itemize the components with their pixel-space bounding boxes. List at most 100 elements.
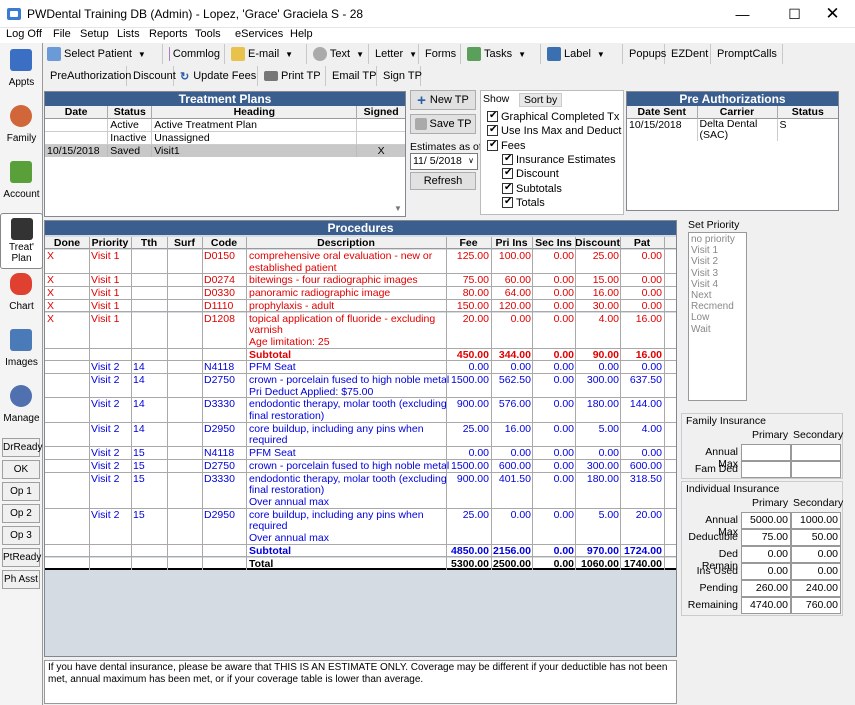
table-row[interactable]: X Visit 1 D1208 topical application of fluo…: [45, 312, 676, 349]
list-item[interactable]: Visit 1: [691, 245, 744, 256]
menu-reports[interactable]: Reports: [149, 28, 188, 40]
ezdent-button[interactable]: EZDent: [667, 44, 711, 64]
forms-button[interactable]: Forms: [421, 44, 461, 64]
checkbox-icon[interactable]: [487, 110, 498, 122]
menu-help[interactable]: Help: [290, 28, 313, 40]
show-option-checkbox[interactable]: Graphical Completed Tx: [487, 110, 619, 123]
pt-ready-button[interactable]: PtReady: [2, 548, 41, 567]
priority-list[interactable]: no priority Visit 1 Visit 2 Visit 3 Visi…: [688, 232, 747, 401]
chevron-down-icon[interactable]: ▼: [409, 50, 417, 59]
discount-button[interactable]: Discount: [129, 66, 176, 86]
images-icon: [10, 329, 32, 351]
menu-lists[interactable]: Lists: [117, 28, 140, 40]
show-option-checkbox[interactable]: Subtotals: [502, 182, 562, 195]
tasks-button[interactable]: Tasks ▼: [463, 44, 541, 64]
menu-setup[interactable]: Setup: [80, 28, 109, 40]
letter-button[interactable]: Letter ▼: [371, 44, 419, 64]
checkbox-icon[interactable]: [487, 124, 498, 136]
close-icon[interactable]: ✕: [810, 0, 855, 28]
commlog-button[interactable]: Commlog: [165, 44, 225, 64]
module-treatment-plan[interactable]: Treat' Plan: [0, 213, 43, 269]
table-row[interactable]: 10/15/2018 Delta Dental (SAC) S: [627, 118, 838, 141]
checkbox-icon[interactable]: [502, 182, 513, 194]
show-option-checkbox[interactable]: Discount: [502, 167, 559, 180]
chevron-down-icon[interactable]: ▼: [138, 50, 146, 59]
refresh-button[interactable]: Refresh: [410, 172, 476, 190]
op3-button[interactable]: Op 3: [2, 526, 40, 545]
table-row[interactable]: Visit 2 14 D3330 endodontic therapy, molar …: [45, 398, 676, 423]
minimize-icon[interactable]: —: [720, 0, 765, 28]
tab-sort-by[interactable]: Sort by: [519, 93, 563, 107]
table-row[interactable]: Visit 2 15 N4118 PFM Seat 0.00 0.00 0.00 0.00 0.…: [45, 447, 676, 460]
chevron-down-icon[interactable]: ▼: [518, 50, 526, 59]
show-option-checkbox[interactable]: Fees: [487, 139, 525, 152]
list-item[interactable]: Visit 4: [691, 279, 744, 290]
module-manage[interactable]: Manage: [0, 381, 43, 437]
total-row[interactable]: Total 5300.00 2500.00 0.00 1060.00 1740.00: [45, 557, 676, 571]
show-option-checkbox[interactable]: Insurance Estimates: [502, 153, 616, 166]
module-account[interactable]: Account: [0, 157, 43, 213]
estimates-date-picker[interactable]: 11/ 5/2018 ∨: [410, 153, 478, 170]
chevron-down-icon[interactable]: ▼: [356, 50, 364, 59]
module-appts[interactable]: Appts: [0, 45, 43, 101]
preauthorization-button[interactable]: PreAuthorization: [46, 66, 131, 86]
text-button[interactable]: Text ▼: [309, 44, 369, 64]
module-images[interactable]: Images: [0, 325, 43, 381]
chevron-down-icon[interactable]: ▼: [285, 50, 293, 59]
list-item[interactable]: Next: [691, 290, 744, 301]
table-row[interactable]: X Visit 1 D0150 comprehensive oral evaluati…: [45, 250, 676, 275]
table-row[interactable]: X Visit 1 D0274 bitewings - four radiograph…: [45, 274, 676, 288]
ok-button[interactable]: OK: [2, 460, 40, 479]
show-option-checkbox[interactable]: Use Ins Max and Deduct: [487, 124, 621, 137]
table-row[interactable]: Visit 2 14 D2950 core buildup, including an…: [45, 422, 676, 448]
chevron-down-icon[interactable]: ▼: [597, 50, 605, 59]
update-fees-button[interactable]: ↻ Update Fees: [176, 66, 258, 86]
tab-show[interactable]: Show: [483, 93, 509, 105]
sign-tp-button[interactable]: Sign TP: [379, 66, 422, 86]
checkbox-icon[interactable]: [502, 153, 513, 165]
checkbox-icon[interactable]: [487, 139, 498, 151]
scroll-down-icon[interactable]: ▼: [394, 204, 404, 213]
menu-eservices[interactable]: eServices: [235, 28, 283, 40]
menu-file[interactable]: File: [53, 28, 71, 40]
table-row[interactable]: Visit 2 14 N4118 PFM Seat 0.00 0.00 0.00 0.00 0.…: [45, 361, 676, 374]
list-item[interactable]: Visit 2: [691, 256, 744, 267]
show-option-checkbox[interactable]: Totals: [502, 196, 545, 209]
email-button[interactable]: E-mail ▼: [227, 44, 307, 64]
list-item[interactable]: Recmend: [691, 301, 744, 312]
subtotal-row[interactable]: Subtotal 450.00 344.00 0.00 90.00 16.00: [45, 348, 676, 362]
promptcalls-button[interactable]: PromptCalls: [713, 44, 783, 64]
save-tp-button[interactable]: Save TP: [410, 114, 476, 134]
table-row[interactable]: Visit 2 15 D2750 crown - porcelain fused to…: [45, 459, 676, 473]
table-row[interactable]: Visit 2 14 D2750 crown - porcelain fused to…: [45, 374, 676, 399]
select-patient-button[interactable]: Select Patient ▼: [43, 44, 163, 64]
dr-ready-button[interactable]: DrReady: [2, 438, 42, 457]
table-row[interactable]: Active Active Treatment Plan: [45, 118, 405, 132]
op2-button[interactable]: Op 2: [2, 504, 40, 523]
list-item[interactable]: Low: [691, 312, 744, 323]
chevron-down-icon[interactable]: ∨: [468, 156, 474, 165]
table-row[interactable]: X Visit 1 D1110 prophylaxis - adult 150.00 12…: [45, 299, 676, 313]
menu-tools[interactable]: Tools: [195, 28, 221, 40]
module-family[interactable]: Family: [0, 101, 43, 157]
list-item[interactable]: Wait: [691, 324, 744, 335]
list-item[interactable]: Visit 3: [691, 268, 744, 279]
table-row[interactable]: Visit 2 15 D3330 endodontic therapy, molar …: [45, 472, 676, 509]
menu-log-off[interactable]: Log Off: [6, 28, 42, 40]
table-row[interactable]: Inactive Unassigned: [45, 131, 405, 145]
popups-button[interactable]: Popups: [625, 44, 666, 64]
subtotal-row[interactable]: Subtotal 4850.00 2156.00 0.00 970.00 1724.00: [45, 544, 676, 558]
table-row[interactable]: 10/15/2018 Saved Visit1 X: [45, 144, 405, 157]
checkbox-icon[interactable]: [502, 196, 513, 208]
print-tp-button[interactable]: Print TP: [260, 66, 326, 86]
new-tp-button[interactable]: + New TP: [410, 90, 476, 110]
table-row[interactable]: Visit 2 15 D2950 core buildup, including an…: [45, 508, 676, 545]
email-tp-button[interactable]: Email TP: [328, 66, 377, 86]
label-button[interactable]: Label ▼: [543, 44, 623, 64]
module-chart[interactable]: Chart: [0, 269, 43, 325]
ph-asst-button[interactable]: Ph Asst: [2, 570, 40, 589]
op1-button[interactable]: Op 1: [2, 482, 40, 501]
checkbox-icon[interactable]: [502, 167, 513, 179]
list-item[interactable]: no priority: [691, 234, 744, 245]
table-row[interactable]: X Visit 1 D0330 panoramic radiographic imag…: [45, 287, 676, 300]
